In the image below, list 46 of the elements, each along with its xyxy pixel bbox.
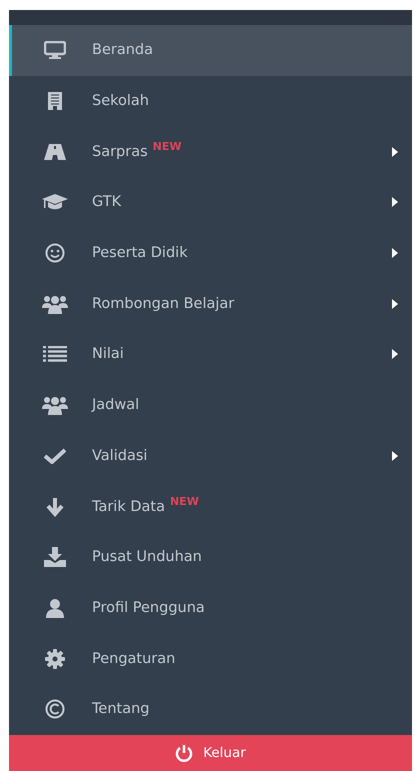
menu-label: Sarpras (92, 144, 148, 160)
menu-label: Rombongan Belajar (92, 296, 234, 312)
road-icon (44, 144, 66, 160)
menu-item[interactable]: Validasi (9, 430, 412, 482)
copyright-icon (45, 699, 65, 720)
menu-item[interactable]: Peserta Didik (9, 228, 412, 278)
building-icon (47, 91, 63, 112)
menu-item[interactable]: GTK (9, 177, 412, 228)
menu-item[interactable]: Profil Pengguna (9, 582, 412, 634)
power-icon (175, 744, 194, 762)
menu-item[interactable]: Pusat Unduhan (9, 532, 412, 583)
menu-item[interactable]: Sekolah (9, 76, 412, 126)
menu-label: Validasi (92, 448, 148, 464)
monitor-icon (44, 41, 66, 60)
menu-label: Profil Pengguna (92, 600, 205, 616)
menu-label: Peserta Didik (92, 245, 188, 262)
menu-item[interactable]: Jadwal (9, 380, 412, 430)
menu-item[interactable]: Pengaturan (9, 633, 412, 684)
menu-item[interactable]: Rombongan Belajar (9, 278, 412, 330)
smiley-icon (45, 243, 65, 264)
list-icon (43, 346, 67, 362)
user-icon (45, 598, 65, 618)
download-tray-icon (44, 547, 66, 568)
menu-item[interactable]: Beranda (9, 25, 412, 76)
users-icon (42, 395, 68, 416)
menu-label: Pusat Unduhan (92, 549, 202, 566)
settings-icon (45, 648, 65, 669)
menu-item[interactable]: Nilai (9, 329, 412, 380)
menu-label: Sekolah (92, 93, 149, 110)
menu-label: Nilai (92, 346, 124, 362)
logout-button[interactable]: Keluar (9, 735, 412, 771)
menu-label: Beranda (92, 42, 153, 58)
menu-label: Tentang (92, 701, 150, 718)
graduation-cap-icon (42, 193, 68, 212)
download-arrow-icon (45, 496, 65, 517)
menu-label: Jadwal (92, 397, 140, 414)
new-label: NEW (170, 495, 199, 508)
menu-item[interactable]: Sarpras NEW (9, 126, 412, 178)
check-icon (44, 448, 66, 464)
menu-label: GTK (92, 194, 122, 210)
users-icon (42, 294, 68, 314)
menu-label: Tarik Data (92, 498, 165, 515)
menu-label: Pengaturan (92, 650, 176, 667)
new-label: NEW (152, 140, 182, 154)
menu-item[interactable]: Tarik Data NEW (9, 481, 412, 532)
menu-item[interactable]: Tentang (9, 684, 412, 735)
